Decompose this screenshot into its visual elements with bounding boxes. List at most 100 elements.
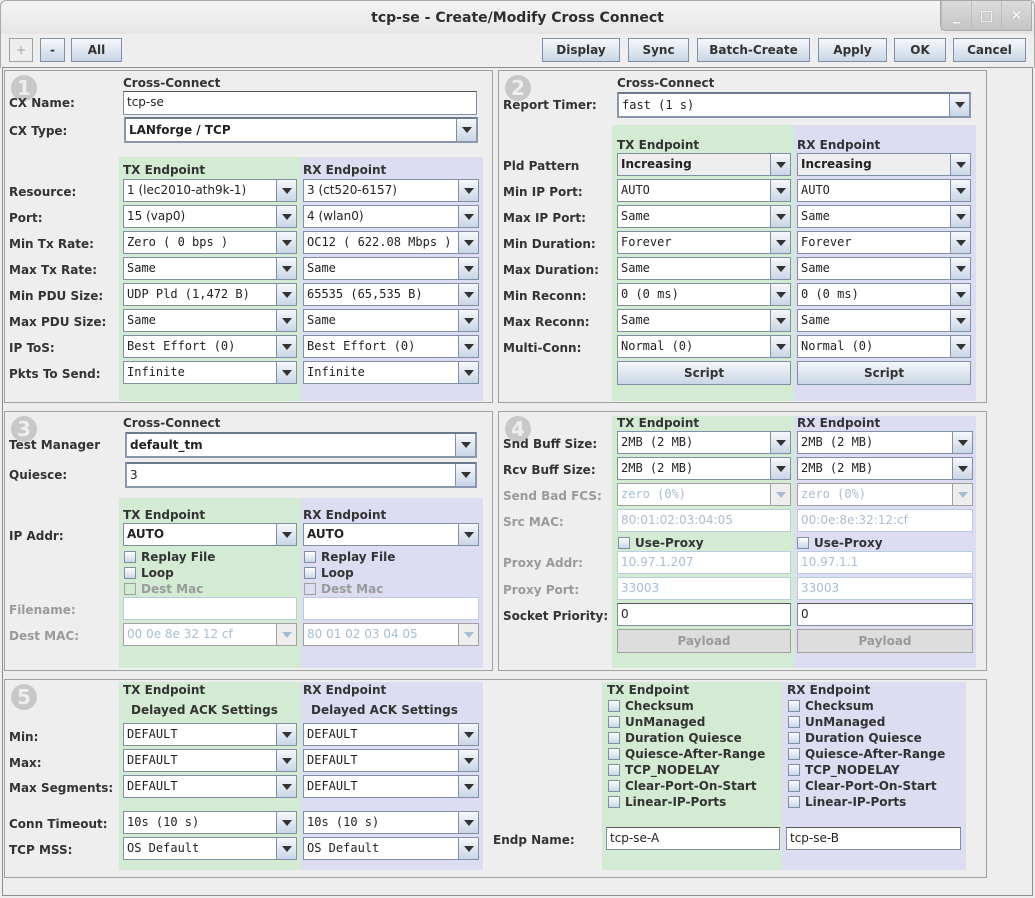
tx-tcp-mss-select[interactable]: OS Default: [123, 837, 297, 860]
rx-script-button[interactable]: Script: [797, 361, 971, 385]
chevron-down-icon[interactable]: [458, 180, 478, 201]
chevron-down-icon[interactable]: [276, 206, 296, 227]
tx-ack-max-select[interactable]: DEFAULT: [123, 749, 297, 772]
chevron-down-icon[interactable]: [952, 432, 972, 453]
tx-max-segments-select[interactable]: DEFAULT: [123, 775, 297, 798]
rx-src-mac-input[interactable]: 00:0e:8e:32:12:cf: [797, 509, 973, 532]
chevron-down-icon[interactable]: [458, 232, 478, 253]
rx-socket-priority-input[interactable]: 0: [797, 603, 973, 626]
tx-endp-name-input[interactable]: tcp-se-A: [606, 827, 780, 850]
tx-use-proxy-checkbox[interactable]: Use-Proxy: [618, 536, 704, 550]
rx-max-ip-port-select[interactable]: Same: [797, 205, 971, 228]
chevron-down-icon[interactable]: [770, 432, 790, 453]
rx-tcp-mss-select[interactable]: OS Default: [303, 837, 479, 860]
chevron-down-icon[interactable]: [455, 464, 475, 486]
tx-quiesce-after-range-checkbox[interactable]: Quiesce-After-Range: [608, 747, 765, 761]
chevron-down-icon[interactable]: [458, 724, 478, 745]
tx-unmanaged-checkbox[interactable]: UnManaged: [608, 715, 705, 729]
rx-multi-conn-select[interactable]: Normal (0): [797, 335, 971, 358]
tx-duration-quiesce-checkbox[interactable]: Duration Quiesce: [608, 731, 742, 745]
chevron-down-icon[interactable]: [458, 812, 478, 833]
rx-port-select[interactable]: 4 (wlan0): [303, 205, 479, 228]
chevron-down-icon[interactable]: [458, 750, 478, 771]
rx-quiesce-after-range-checkbox[interactable]: Quiesce-After-Range: [788, 747, 945, 761]
chevron-down-icon[interactable]: [770, 258, 790, 279]
tx-pld-pattern-select[interactable]: Increasing: [617, 153, 791, 176]
rx-payload-button[interactable]: Payload: [797, 629, 973, 653]
chevron-down-icon[interactable]: [458, 624, 478, 645]
rx-min-pdu-size-select[interactable]: 65535 (65,535 B): [303, 283, 479, 306]
rx-dest-mac-checkbox[interactable]: Dest Mac: [304, 582, 383, 596]
chevron-down-icon[interactable]: [950, 180, 970, 201]
close-icon[interactable]: ✕: [1001, 1, 1031, 31]
rx-min-duration-select[interactable]: Forever: [797, 231, 971, 254]
tx-resource-select[interactable]: 1 (lec2010-ath9k-1): [123, 179, 297, 202]
chevron-down-icon[interactable]: [458, 776, 478, 797]
tx-ack-min-select[interactable]: DEFAULT: [123, 723, 297, 746]
chevron-down-icon[interactable]: [458, 206, 478, 227]
tx-min-pdu-size-select[interactable]: UDP Pld (1,472 B): [123, 283, 297, 306]
rx-min-ip-port-select[interactable]: AUTO: [797, 179, 971, 202]
rx-max-pdu-size-select[interactable]: Same: [303, 309, 479, 332]
rx-max-tx-rate-select[interactable]: Same: [303, 257, 479, 280]
chevron-down-icon[interactable]: [770, 206, 790, 227]
chevron-down-icon[interactable]: [276, 180, 296, 201]
chevron-down-icon[interactable]: [770, 458, 790, 479]
rx-max-segments-select[interactable]: DEFAULT: [303, 775, 479, 798]
chevron-down-icon[interactable]: [950, 310, 970, 331]
tx-max-reconn-select[interactable]: Same: [617, 309, 791, 332]
tx-min-reconn-select[interactable]: 0 (0 ms): [617, 283, 791, 306]
chevron-down-icon[interactable]: [455, 434, 475, 456]
chevron-down-icon[interactable]: [276, 812, 296, 833]
cancel-button[interactable]: Cancel: [953, 38, 1026, 62]
chevron-down-icon[interactable]: [276, 336, 296, 357]
chevron-down-icon[interactable]: [770, 484, 790, 505]
chevron-down-icon[interactable]: [458, 336, 478, 357]
rx-proxy-addr-input[interactable]: 10.97.1.1: [797, 551, 973, 574]
rx-pkts-to-send-select[interactable]: Infinite: [303, 361, 479, 384]
rx-min-tx-rate-select[interactable]: OC12 ( 622.08 Mbps ): [303, 231, 479, 254]
chevron-down-icon[interactable]: [276, 750, 296, 771]
rx-resource-select[interactable]: 3 (ct520-6157): [303, 179, 479, 202]
chevron-down-icon[interactable]: [770, 232, 790, 253]
tx-ip-addr-select[interactable]: AUTO: [123, 523, 297, 546]
tx-proxy-port-input[interactable]: 33003: [617, 577, 791, 600]
tx-rcv-buff-select[interactable]: 2MB (2 MB): [617, 457, 791, 480]
tx-port-select[interactable]: 15 (vap0): [123, 205, 297, 228]
tx-conn-timeout-select[interactable]: 10s (10 s): [123, 811, 297, 834]
rx-filename-input[interactable]: [303, 597, 479, 620]
chevron-down-icon[interactable]: [458, 258, 478, 279]
rx-loop-checkbox[interactable]: Loop: [304, 566, 354, 580]
rx-ack-min-select[interactable]: DEFAULT: [303, 723, 479, 746]
chevron-down-icon[interactable]: [770, 336, 790, 357]
tx-payload-button[interactable]: Payload: [617, 629, 791, 653]
chevron-down-icon[interactable]: [952, 484, 972, 505]
cx-type-select[interactable]: LANforge / TCP: [124, 117, 478, 143]
tx-min-tx-rate-select[interactable]: Zero ( 0 bps ): [123, 231, 297, 254]
rx-ip-tos-select[interactable]: Best Effort (0): [303, 335, 479, 358]
collapse-button[interactable]: -: [40, 38, 65, 62]
all-button[interactable]: All: [71, 38, 122, 62]
rx-endp-name-input[interactable]: tcp-se-B: [786, 827, 961, 850]
tx-replay-file-checkbox[interactable]: Replay File: [124, 550, 215, 564]
chevron-down-icon[interactable]: [276, 362, 296, 383]
rx-max-reconn-select[interactable]: Same: [797, 309, 971, 332]
chevron-down-icon[interactable]: [770, 310, 790, 331]
tx-loop-checkbox[interactable]: Loop: [124, 566, 174, 580]
tx-proxy-addr-input[interactable]: 10.97.1.207: [617, 551, 791, 574]
rx-duration-quiesce-checkbox[interactable]: Duration Quiesce: [788, 731, 922, 745]
chevron-down-icon[interactable]: [276, 258, 296, 279]
tx-min-ip-port-select[interactable]: AUTO: [617, 179, 791, 202]
tx-max-pdu-size-select[interactable]: Same: [123, 309, 297, 332]
tx-max-ip-port-select[interactable]: Same: [617, 205, 791, 228]
rx-unmanaged-checkbox[interactable]: UnManaged: [788, 715, 885, 729]
tx-min-duration-select[interactable]: Forever: [617, 231, 791, 254]
tx-tcp-nodelay-checkbox[interactable]: TCP_NODELAY: [608, 763, 720, 777]
chevron-down-icon[interactable]: [458, 524, 478, 545]
rx-dest-mac-select[interactable]: 80 01 02 03 04 05: [303, 623, 479, 646]
chevron-down-icon[interactable]: [276, 524, 296, 545]
chevron-down-icon[interactable]: [770, 154, 790, 175]
display-button[interactable]: Display: [542, 38, 620, 62]
report-timer-select[interactable]: fast (1 s): [617, 92, 971, 118]
chevron-down-icon[interactable]: [950, 336, 970, 357]
